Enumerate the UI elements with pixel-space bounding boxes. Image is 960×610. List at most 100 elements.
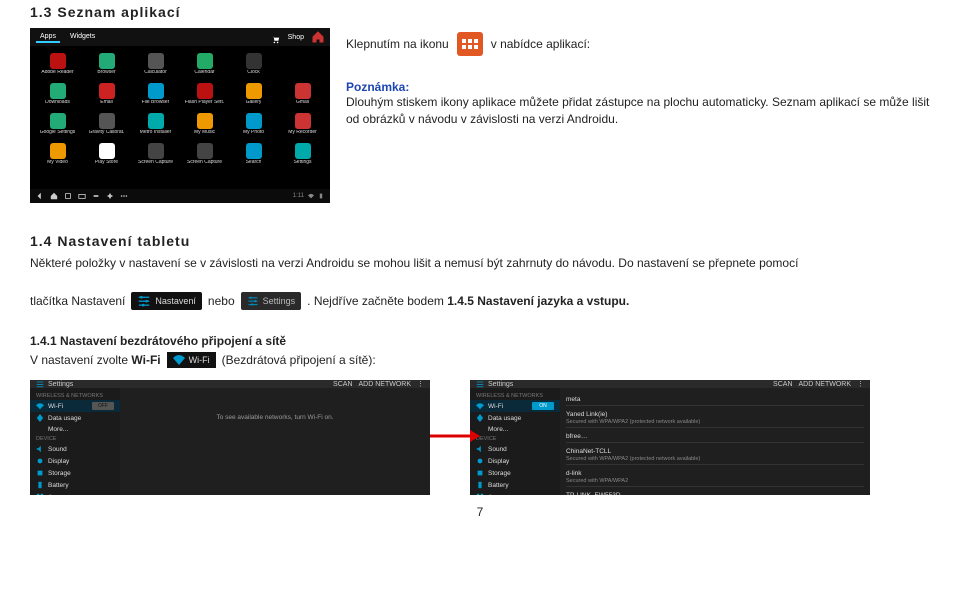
launcher-app[interactable]: Email (83, 80, 130, 108)
sidebar-item-display[interactable]: Display (470, 455, 560, 467)
nav-battery-icon (318, 193, 324, 199)
data-icon (36, 414, 44, 422)
sidebar-item-sound[interactable]: Sound (470, 443, 560, 455)
app-icon (295, 113, 311, 129)
launcher-shop-label[interactable]: Shop (284, 33, 308, 42)
settings-add-network[interactable]: ADD NETWORK (359, 381, 412, 388)
wifi-toggle-off[interactable]: OFF (92, 402, 114, 410)
settings-sliders-icon (476, 380, 484, 388)
android-launcher-screenshot: Apps Widgets Shop Adobe ReaderBrowserCal… (30, 28, 330, 203)
launcher-app[interactable]: Browser (83, 50, 130, 78)
sidebar-item-label: Battery (488, 482, 509, 489)
wifi-network-item[interactable]: bfree… (566, 431, 864, 443)
sidebar-item-storage[interactable]: Storage (470, 467, 560, 479)
sidebar-cat-device: Device (30, 435, 120, 443)
app-icon (99, 113, 115, 129)
wifi-network-item[interactable]: d-linkSecured with WPA/WPA2 (566, 468, 864, 487)
launcher-app[interactable]: Adobe Reader (34, 50, 81, 78)
nav-wifi-icon (308, 193, 314, 199)
sidebar-item-more[interactable]: More... (30, 424, 120, 435)
launcher-tab-widgets[interactable]: Widgets (66, 32, 99, 43)
app-icon (246, 83, 262, 99)
display-icon (476, 457, 484, 465)
launcher-app[interactable]: Clock (230, 50, 277, 78)
wifi-network-item[interactable]: ChinaNet-TCLLSecured with WPA/WPA2 (prot… (566, 446, 864, 465)
launcher-app[interactable]: Screen Capture (132, 140, 179, 168)
wifi-toggle-on[interactable]: ON (532, 402, 554, 410)
nav-menu-icon[interactable] (120, 192, 128, 200)
sidebar-item-data-usage[interactable]: Data usage (30, 412, 120, 424)
settings-scan[interactable]: SCAN (333, 381, 352, 388)
app-label: Search (246, 160, 262, 165)
sidebar-item-apps[interactable]: Apps (470, 491, 560, 495)
settings-screenshot-wifi-off: Settings SCAN ADD NETWORK ⋮ Wireless & N… (30, 380, 430, 495)
nav-vol-up-icon[interactable] (106, 192, 114, 200)
wifi-network-item[interactable]: TP-LINK_EW553DSecured with WPA/WPA2 (pro… (566, 490, 864, 495)
nav-time: 1:11 (293, 193, 304, 199)
settings-add-network[interactable]: ADD NETWORK (799, 381, 852, 388)
sidebar-item-apps[interactable]: Apps (30, 491, 120, 495)
launcher-app[interactable]: Gmail (279, 80, 326, 108)
launcher-app[interactable]: Gravity Calibrat. (83, 110, 130, 138)
launcher-app[interactable]: Downloads (34, 80, 81, 108)
network-name: meta (566, 396, 864, 403)
app-label: My Video (47, 160, 68, 165)
home-icon[interactable] (312, 31, 324, 43)
storage-icon (36, 469, 44, 477)
nav-back-icon[interactable] (36, 192, 44, 200)
sidebar-item-battery[interactable]: Battery (470, 479, 560, 491)
inline-or: nebo (208, 294, 235, 308)
app-icon (50, 113, 66, 129)
launcher-app[interactable]: Search (230, 140, 277, 168)
nav-home-icon[interactable] (50, 192, 58, 200)
overflow-icon[interactable]: ⋮ (417, 380, 424, 388)
sidebar-item-data-usage[interactable]: Data usage (470, 412, 560, 424)
launcher-app[interactable]: My Music (181, 110, 228, 138)
nav-recent-icon[interactable] (64, 192, 72, 200)
launcher-app[interactable]: Calculator (132, 50, 179, 78)
network-name: ChinaNet-TCLL (566, 448, 864, 455)
launcher-app[interactable]: Metro Installer (132, 110, 179, 138)
sidebar-item-sound[interactable]: Sound (30, 443, 120, 455)
intro-text-b: v nabídce aplikací: (491, 37, 590, 51)
sidebar-item-display[interactable]: Display (30, 455, 120, 467)
launcher-app[interactable]: My Video (34, 140, 81, 168)
launcher-app[interactable]: Google Settings (34, 110, 81, 138)
launcher-app[interactable]: My Recorder (279, 110, 326, 138)
sidebar-item-label: Sound (48, 446, 67, 453)
launcher-app[interactable]: Settings (279, 140, 326, 168)
app-icon (50, 53, 66, 69)
settings-header-title: Settings (488, 381, 513, 388)
wifi-icon (476, 402, 484, 410)
app-icon (148, 83, 164, 99)
sidebar-item-wifi[interactable]: Wi-Fi OFF (30, 400, 120, 412)
launcher-app[interactable]: My Photo (230, 110, 277, 138)
inline-post-b: 1.4.5 Nastavení jazyka a vstupu. (447, 294, 629, 308)
app-label: Gallery (246, 100, 262, 105)
launcher-app[interactable] (279, 50, 326, 78)
wifi-network-item[interactable]: meta (566, 394, 864, 406)
wifi-network-item[interactable]: Yaned Link(ie)Secured with WPA/WPA2 (pro… (566, 409, 864, 428)
sidebar-item-more[interactable]: More... (470, 424, 560, 435)
launcher-app[interactable]: Flash Player Sett. (181, 80, 228, 108)
sidebar-item-wifi[interactable]: Wi-Fi ON (470, 400, 560, 412)
app-label: Screen Capture (187, 160, 222, 165)
app-icon (50, 143, 66, 159)
launcher-app[interactable]: Gallery (230, 80, 277, 108)
nav-vol-down-icon[interactable] (92, 192, 100, 200)
nav-screenshot-icon[interactable] (78, 192, 86, 200)
settings-scan[interactable]: SCAN (773, 381, 792, 388)
launcher-tab-apps[interactable]: Apps (36, 32, 60, 43)
launcher-app[interactable]: Screen Capture (181, 140, 228, 168)
shop-cart-icon[interactable] (272, 33, 280, 41)
app-icon (197, 53, 213, 69)
app-icon (148, 53, 164, 69)
launcher-app[interactable]: File Browser (132, 80, 179, 108)
sidebar-cat-device: Device (470, 435, 560, 443)
sidebar-item-storage[interactable]: Storage (30, 467, 120, 479)
nastaveni-chip-label: Nastavení (155, 296, 196, 306)
overflow-icon[interactable]: ⋮ (857, 380, 864, 388)
launcher-app[interactable]: Play Store (83, 140, 130, 168)
sidebar-item-battery[interactable]: Battery (30, 479, 120, 491)
launcher-app[interactable]: Calendar (181, 50, 228, 78)
